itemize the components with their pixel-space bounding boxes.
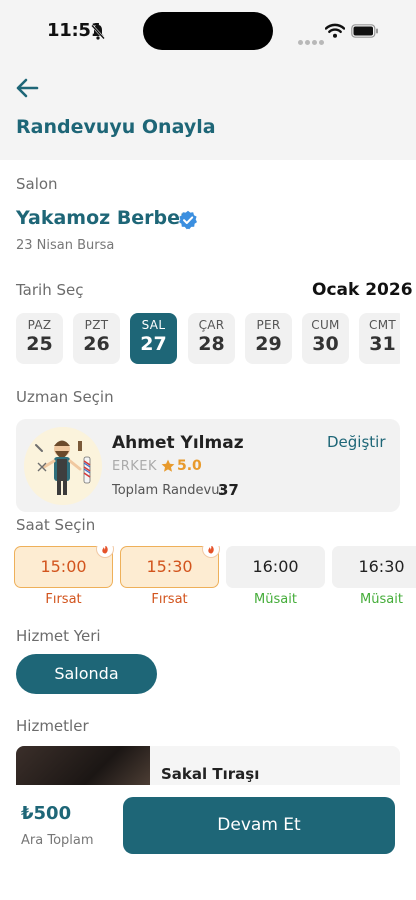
subtotal-price: ₺500 — [21, 803, 72, 824]
change-expert-button[interactable]: Değiştir — [327, 433, 386, 451]
time-slot-16-00[interactable]: 16:00 — [226, 546, 325, 588]
verified-badge-icon — [179, 210, 197, 230]
slot-tag-deal: Fırsat — [45, 592, 82, 607]
date-card-31[interactable]: CMT 31 — [359, 313, 400, 364]
day-name: SAL — [141, 318, 166, 332]
date-card-28[interactable]: ÇAR 28 — [188, 313, 235, 364]
page-title: Randevuyu Onayla — [16, 116, 216, 138]
salon-section-label: Salon — [16, 175, 58, 193]
date-strip[interactable]: PAZ 25 PZT 26 SAL 27 ÇAR 28 PER 29 CUM 3… — [16, 313, 400, 365]
salon-location: 23 Nisan Bursa — [16, 238, 115, 253]
date-card-29[interactable]: PER 29 — [245, 313, 292, 364]
services-section-label: Hizmetler — [16, 717, 89, 735]
service-place-section-label: Hizmet Yeri — [16, 627, 101, 645]
battery-icon — [351, 24, 378, 38]
date-card-25[interactable]: PAZ 25 — [16, 313, 63, 364]
expert-avatar — [24, 427, 102, 505]
total-appointments-value: 37 — [218, 481, 239, 499]
total-appointments-label: Toplam Randevu: — [112, 483, 224, 498]
wifi-icon — [325, 23, 345, 38]
day-number: 27 — [140, 333, 167, 355]
day-number: 29 — [255, 333, 282, 355]
day-name: CMT — [369, 318, 396, 332]
time-slot-16-30[interactable]: 16:30 — [332, 546, 416, 588]
expert-section-label: Uzman Seçin — [16, 388, 114, 406]
continue-button[interactable]: Devam Et — [123, 797, 395, 854]
dynamic-island — [143, 12, 273, 50]
salon-name: Yakamoz Berber — [16, 207, 190, 229]
day-name: PZT — [84, 318, 109, 332]
day-number: 28 — [198, 333, 225, 355]
slot-tag-deal: Fırsat — [151, 592, 188, 607]
day-number: 26 — [83, 333, 110, 355]
date-card-27-selected[interactable]: SAL 27 — [130, 313, 177, 364]
expert-card[interactable]: Ahmet Yılmaz Değiştir ERKEK 5.0 Toplam R… — [16, 419, 400, 512]
star-icon — [161, 459, 175, 472]
day-name: CUM — [311, 318, 340, 332]
slot-tag-available: Müsait — [360, 592, 403, 607]
expert-name: Ahmet Yılmaz — [112, 433, 244, 453]
service-place-salon-button[interactable]: Salonda — [16, 654, 157, 694]
service-name: Sakal Tıraşı — [161, 765, 260, 783]
header: 11:51 Randevuyu Onayla — [0, 0, 416, 160]
signal-dots-icon — [298, 30, 326, 49]
expert-rating: 5.0 — [177, 458, 202, 474]
back-arrow-icon[interactable] — [15, 77, 39, 99]
barber-illustration-icon — [24, 427, 102, 505]
bell-muted-icon — [91, 24, 105, 40]
date-card-30[interactable]: CUM 30 — [302, 313, 349, 364]
date-section-label: Tarih Seç — [16, 281, 84, 299]
day-name: PER — [256, 318, 281, 332]
expert-gender: ERKEK — [112, 459, 158, 474]
day-name: ÇAR — [198, 318, 225, 332]
day-name: PAZ — [27, 318, 52, 332]
slot-tag-available: Müsait — [254, 592, 297, 607]
bottom-bar: ₺500 Ara Toplam Devam Et — [0, 785, 416, 900]
time-section-label: Saat Seçin — [16, 516, 96, 534]
day-number: 30 — [312, 333, 339, 355]
subtotal-label: Ara Toplam — [21, 833, 94, 848]
month-label: Ocak 2026 — [312, 280, 413, 300]
date-card-26[interactable]: PZT 26 — [73, 313, 120, 364]
day-number: 31 — [369, 333, 396, 355]
day-number: 25 — [26, 333, 53, 355]
time-slot-strip[interactable]: 15:00 Fırsat 15:30 Fırsat 16:00 Müsait 1… — [0, 546, 416, 608]
